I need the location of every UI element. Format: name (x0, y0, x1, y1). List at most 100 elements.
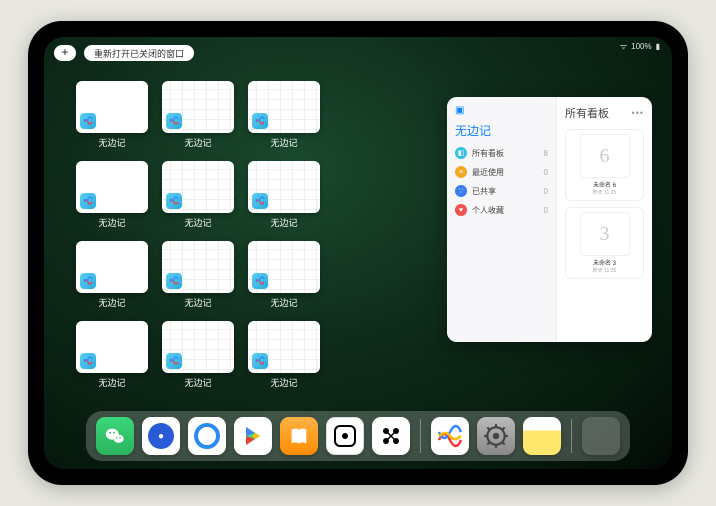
thumb-preview (162, 81, 234, 133)
board-time: 昨天 11:25 (593, 189, 617, 196)
window-thumbnail[interactable]: 无边记 (248, 161, 320, 229)
window-label: 无边记 (184, 296, 211, 309)
heart-icon: ♥ (455, 204, 467, 216)
dice-icon[interactable] (326, 417, 364, 455)
window-label: 无边记 (270, 296, 297, 309)
sidebar-item-label: 已共享 (472, 186, 496, 197)
freeform-app-badge-icon (252, 113, 268, 129)
window-thumbnail[interactable]: 无边记 (162, 81, 234, 149)
settings-icon[interactable] (477, 417, 515, 455)
window-label: 无边记 (98, 296, 125, 309)
recents-icon: ≡ (455, 166, 467, 178)
freeform-app-badge-icon (252, 273, 268, 289)
sidebar-item-all-boards[interactable]: ◧ 所有看板 8 (455, 147, 548, 159)
quark-browser-icon[interactable]: ● (142, 417, 180, 455)
freeform-app-badge-icon (166, 353, 182, 369)
window-thumbnail[interactable]: 无边记 (248, 81, 320, 149)
sidebar-toggle-icon[interactable]: ▣ (455, 105, 464, 116)
thumb-preview (76, 81, 148, 133)
ipad-frame: ᯤ 100% ▮ + 重新打开已关闭的窗口 无边记 (28, 21, 688, 485)
dock-separator (420, 419, 421, 453)
board-card[interactable]: 6 未命名 6 昨天 11:25 (565, 129, 644, 201)
window-thumbnail[interactable]: 无边记 (162, 321, 234, 389)
windows-grid: 无边记 无边记 无边记 (76, 81, 406, 389)
board-card[interactable]: 3 未命名 3 昨天 11:25 (565, 207, 644, 279)
window-label: 无边记 (270, 136, 297, 149)
board-preview: 6 (580, 134, 630, 178)
window-label: 无边记 (98, 376, 125, 389)
freeform-window[interactable]: ▣ 无边记 ◧ 所有看板 8 ≡ 最近使用 0 ∵ 已共享 0 (447, 97, 652, 342)
window-thumbnail[interactable]: 无边记 (162, 161, 234, 229)
window-label: 无边记 (98, 136, 125, 149)
top-bar: + 重新打开已关闭的窗口 (54, 45, 194, 61)
battery-icon: ▮ (656, 42, 660, 51)
freeform-app-badge-icon (166, 113, 182, 129)
window-thumbnail[interactable]: 无边记 (248, 321, 320, 389)
sidebar-item-count: 0 (544, 187, 548, 196)
books-icon[interactable] (280, 417, 318, 455)
window-thumbnail[interactable]: 无边记 (76, 81, 148, 149)
thumb-preview (248, 241, 320, 293)
sidebar-item-label: 所有看板 (472, 148, 504, 159)
freeform-app-badge-icon (166, 273, 182, 289)
freeform-icon[interactable] (431, 417, 469, 455)
thumb-preview (76, 161, 148, 213)
window-thumbnail[interactable]: 无边记 (76, 321, 148, 389)
reopen-closed-window-button[interactable]: 重新打开已关闭的窗口 (84, 45, 194, 61)
freeform-sidebar: ▣ 无边记 ◧ 所有看板 8 ≡ 最近使用 0 ∵ 已共享 0 (447, 97, 557, 342)
wifi-icon: ᯤ (620, 41, 627, 52)
thumb-preview (248, 161, 320, 213)
sidebar-item-count: 0 (544, 206, 548, 215)
app-library-icon[interactable] (582, 417, 620, 455)
infuse-icon[interactable] (372, 417, 410, 455)
window-label: 无边记 (184, 376, 211, 389)
sidebar-item-label: 个人收藏 (472, 205, 504, 216)
dock-separator (571, 419, 572, 453)
sidebar-item-favorites[interactable]: ♥ 个人收藏 0 (455, 204, 548, 216)
thumb-preview (162, 321, 234, 373)
window-thumbnail[interactable]: 无边记 (248, 241, 320, 309)
thumb-preview (76, 241, 148, 293)
thumb-preview (248, 81, 320, 133)
freeform-app-badge-icon (80, 193, 96, 209)
new-window-button[interactable]: + (54, 45, 76, 61)
screen: ᯤ 100% ▮ + 重新打开已关闭的窗口 无边记 (44, 37, 672, 469)
board-time: 昨天 11:25 (593, 267, 617, 274)
thumb-preview (162, 241, 234, 293)
play-store-icon[interactable] (234, 417, 272, 455)
sidebar-title: 无边记 (455, 122, 548, 139)
battery-label: 100% (631, 42, 651, 51)
sidebar-item-label: 最近使用 (472, 167, 504, 178)
freeform-app-badge-icon (80, 273, 96, 289)
boards-title: 所有看板 (565, 105, 609, 121)
freeform-app-badge-icon (252, 193, 268, 209)
window-thumbnail[interactable]: 无边记 (76, 161, 148, 229)
freeform-app-badge-icon (80, 113, 96, 129)
boards-icon: ◧ (455, 147, 467, 159)
shared-icon: ∵ (455, 185, 467, 197)
board-name: 未命名 6 (593, 180, 616, 189)
window-thumbnail[interactable]: 无边记 (162, 241, 234, 309)
more-icon[interactable]: ••• (632, 108, 644, 118)
window-label: 无边记 (184, 136, 211, 149)
qq-browser-icon[interactable] (188, 417, 226, 455)
window-label: 无边记 (184, 216, 211, 229)
freeform-main: 所有看板 ••• 6 未命名 6 昨天 11:25 3 未命名 3 昨天 11:… (557, 97, 652, 342)
thumb-preview (162, 161, 234, 213)
thumb-preview (76, 321, 148, 373)
plus-icon: + (62, 47, 68, 59)
freeform-app-badge-icon (252, 353, 268, 369)
board-preview: 3 (580, 212, 630, 256)
notes-icon[interactable] (523, 417, 561, 455)
window-label: 无边记 (270, 216, 297, 229)
status-bar: ᯤ 100% ▮ (620, 41, 660, 52)
board-name: 未命名 3 (593, 258, 616, 267)
wechat-icon[interactable] (96, 417, 134, 455)
freeform-app-badge-icon (80, 353, 96, 369)
sidebar-item-count: 8 (544, 149, 548, 158)
sidebar-item-count: 0 (544, 168, 548, 177)
window-thumbnail[interactable]: 无边记 (76, 241, 148, 309)
sidebar-item-recents[interactable]: ≡ 最近使用 0 (455, 166, 548, 178)
sidebar-item-shared[interactable]: ∵ 已共享 0 (455, 185, 548, 197)
freeform-app-badge-icon (166, 193, 182, 209)
